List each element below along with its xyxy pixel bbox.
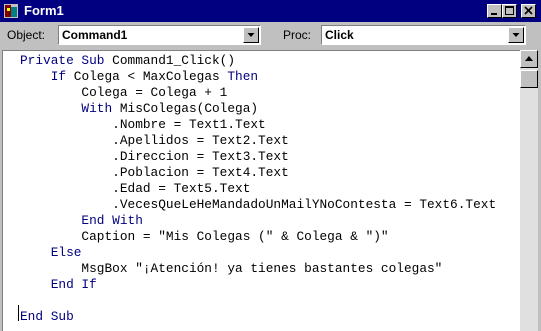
code-token: MisColegas(Colega) bbox=[119, 101, 259, 116]
proc-label: Proc: bbox=[283, 28, 312, 42]
title-bar[interactable]: Form1 bbox=[0, 0, 541, 22]
app-icon bbox=[4, 4, 18, 18]
code-line[interactable]: MsgBox "¡Atención! ya tienes bastantes c… bbox=[20, 261, 496, 277]
code-window: Form1 Object: Command1 Proc: Click Priva… bbox=[0, 0, 541, 331]
code-token: .Poblacion = Text4.Text bbox=[20, 165, 289, 180]
code-line[interactable] bbox=[20, 293, 496, 309]
code-keyword: Private Sub bbox=[20, 53, 113, 68]
proc-dropdown[interactable]: Click bbox=[321, 25, 526, 45]
code-text[interactable]: Private Sub Command1_Click() If Colega <… bbox=[20, 53, 496, 325]
code-editor[interactable]: Private Sub Command1_Click() If Colega <… bbox=[2, 50, 520, 331]
object-value: Command1 bbox=[62, 28, 128, 42]
code-keyword: End Sub bbox=[20, 309, 74, 324]
maximize-button[interactable] bbox=[502, 4, 517, 18]
code-keyword: Else bbox=[20, 245, 82, 260]
proc-value: Click bbox=[325, 28, 354, 42]
code-token: Command1_Click() bbox=[112, 53, 236, 68]
window-title: Form1 bbox=[24, 3, 64, 18]
scroll-up-button[interactable] bbox=[520, 50, 538, 68]
code-line[interactable]: Caption = "Mis Colegas (" & Colega & ")" bbox=[20, 229, 496, 245]
object-dropdown[interactable]: Command1 bbox=[58, 25, 261, 45]
scroll-thumb[interactable] bbox=[520, 70, 538, 88]
code-line[interactable]: .Nombre = Text1.Text bbox=[20, 117, 496, 133]
code-keyword: Then bbox=[227, 69, 259, 84]
object-label: Object: bbox=[7, 28, 46, 42]
code-keyword: End If bbox=[20, 277, 97, 292]
code-token: .Direccion = Text3.Text bbox=[20, 149, 289, 164]
minimize-icon bbox=[491, 13, 497, 15]
code-line[interactable]: Colega = Colega + 1 bbox=[20, 85, 496, 101]
toolbar: Object: Command1 Proc: Click bbox=[0, 22, 541, 48]
proc-dropdown-button[interactable] bbox=[508, 27, 524, 43]
code-keyword: End With bbox=[20, 213, 143, 228]
close-button[interactable] bbox=[521, 4, 536, 18]
code-line[interactable]: End If bbox=[20, 277, 496, 293]
code-line[interactable]: Else bbox=[20, 245, 496, 261]
code-line[interactable]: With MisColegas(Colega) bbox=[20, 101, 496, 117]
code-token: .Edad = Text5.Text bbox=[20, 181, 251, 196]
code-line[interactable]: End With bbox=[20, 213, 496, 229]
code-line[interactable]: .Apellidos = Text2.Text bbox=[20, 133, 496, 149]
minimize-button[interactable] bbox=[487, 4, 502, 18]
text-caret bbox=[18, 305, 19, 321]
code-line[interactable]: .VecesQueLeHeMandadoUnMailYNoContesta = … bbox=[20, 197, 496, 213]
close-icon bbox=[524, 6, 533, 15]
code-token: .Apellidos = Text2.Text bbox=[20, 133, 289, 148]
vertical-scrollbar[interactable] bbox=[520, 50, 538, 331]
code-token: MsgBox "¡Atención! ya tienes bastantes c… bbox=[20, 261, 443, 276]
dropdown-arrow-icon bbox=[512, 33, 520, 37]
code-keyword: If bbox=[20, 69, 74, 84]
code-token: .Nombre = Text1.Text bbox=[20, 117, 266, 132]
code-token: Colega < MaxColegas bbox=[73, 69, 228, 84]
code-keyword: With bbox=[20, 101, 120, 116]
code-token: Caption = "Mis Colegas (" & Colega & ")" bbox=[20, 229, 389, 244]
code-line[interactable]: .Edad = Text5.Text bbox=[20, 181, 496, 197]
code-line[interactable]: If Colega < MaxColegas Then bbox=[20, 69, 496, 85]
object-dropdown-button[interactable] bbox=[243, 27, 259, 43]
code-line[interactable]: .Poblacion = Text4.Text bbox=[20, 165, 496, 181]
scroll-up-arrow-icon bbox=[525, 56, 533, 61]
code-line[interactable]: Private Sub Command1_Click() bbox=[20, 53, 496, 69]
code-line[interactable]: .Direccion = Text3.Text bbox=[20, 149, 496, 165]
code-token: Colega = Colega + 1 bbox=[20, 85, 228, 100]
code-token: .VecesQueLeHeMandadoUnMailYNoContesta = … bbox=[20, 197, 497, 212]
dropdown-arrow-icon bbox=[247, 33, 255, 37]
code-line[interactable]: End Sub bbox=[20, 309, 496, 325]
maximize-icon bbox=[505, 6, 514, 15]
